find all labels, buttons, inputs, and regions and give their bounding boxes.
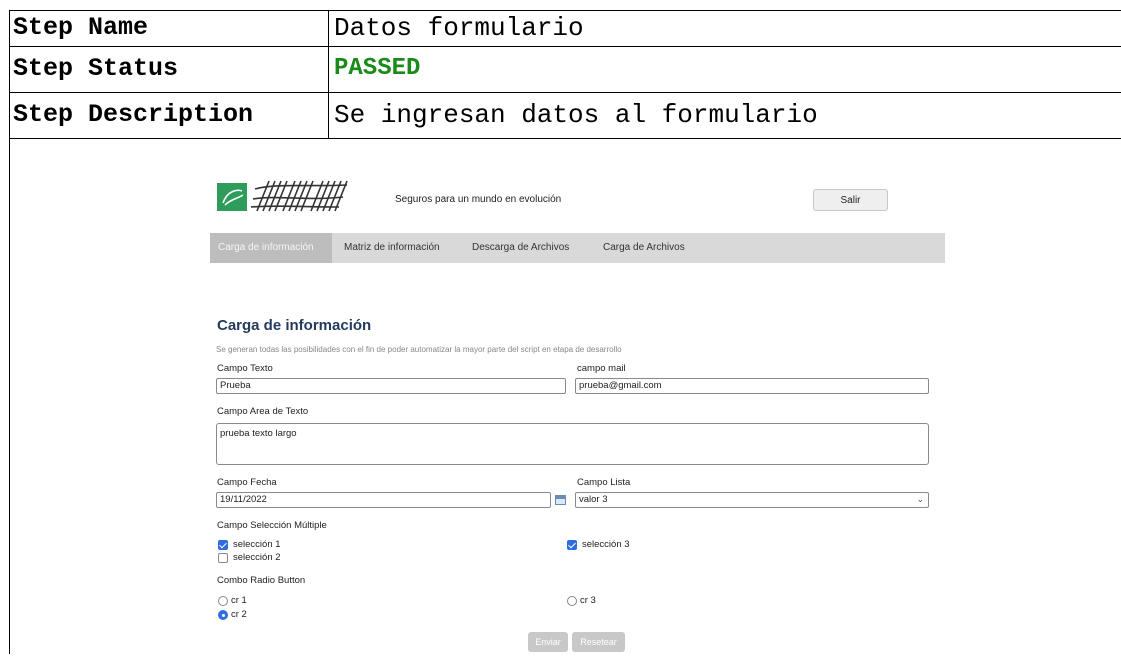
campo-lista-value: valor 3 xyxy=(579,494,608,505)
calendar-icon[interactable] xyxy=(555,495,566,505)
radio-cr-3-label: cr 3 xyxy=(580,595,596,606)
page-title: Carga de información xyxy=(217,317,372,334)
nav-tab-carga-informacion[interactable]: Carga de información xyxy=(210,233,332,263)
nav-bar: Carga de información Matriz de informaci… xyxy=(210,233,945,263)
radio-cr-2[interactable] xyxy=(218,610,228,620)
screenshot-frame: Seguros para un mundo en evolución Salir… xyxy=(9,138,1121,654)
checkbox-seleccion-2-label: selección 2 xyxy=(233,552,281,563)
radio-cr-2-label: cr 2 xyxy=(231,609,247,620)
campo-lista-label: Campo Lista xyxy=(577,477,631,488)
radio-cr-3[interactable] xyxy=(567,596,577,606)
campo-mail-label: campo mail xyxy=(577,363,626,374)
step-name-label: Step Name xyxy=(9,11,329,46)
campo-fecha-input[interactable]: 19/11/2022 xyxy=(216,492,551,508)
radio-cr-1-label: cr 1 xyxy=(231,595,247,606)
step-status-value: PASSED xyxy=(334,55,421,82)
step-status-label: Step Status xyxy=(9,47,329,93)
checkbox-seleccion-1[interactable] xyxy=(218,540,228,550)
radio-group-label: Combo Radio Button xyxy=(217,575,306,586)
step-name-value: Datos formulario xyxy=(334,13,584,43)
campo-texto-label: Campo Texto xyxy=(217,363,273,374)
campo-texto-input[interactable]: Prueba xyxy=(216,378,566,394)
company-logo xyxy=(217,180,348,212)
nav-tab-matriz-informacion[interactable]: Matriz de información xyxy=(336,233,448,263)
step-description-label: Step Description xyxy=(9,93,329,139)
salir-button[interactable]: Salir xyxy=(813,189,888,211)
report-row-step-name: Step Name Datos formulario xyxy=(9,10,1121,46)
tagline: Seguros para un mundo en evolución xyxy=(395,194,562,205)
checkbox-seleccion-1-label: selección 1 xyxy=(233,539,281,550)
enviar-button[interactable]: Enviar xyxy=(528,632,568,652)
checkbox-seleccion-2[interactable] xyxy=(218,553,228,563)
chevron-down-icon: ⌄ xyxy=(916,494,924,504)
campo-mail-input[interactable]: prueba@gmail.com xyxy=(575,378,929,394)
seleccion-multiple-label: Campo Selección Múltiple xyxy=(217,520,327,531)
checkbox-seleccion-3-label: selección 3 xyxy=(582,539,630,550)
area-texto-input[interactable]: prueba texto largo xyxy=(216,423,929,465)
nav-tab-descarga-archivos[interactable]: Descarga de Archivos xyxy=(464,233,577,263)
nav-tab-carga-archivos[interactable]: Carga de Archivos xyxy=(595,233,693,263)
area-texto-label: Campo Area de Texto xyxy=(217,406,309,417)
report-row-step-status: Step Status PASSED xyxy=(9,46,1121,93)
report-row-step-description: Step Description Se ingresan datos al fo… xyxy=(9,92,1121,139)
radio-cr-1[interactable] xyxy=(218,596,228,606)
resetear-button[interactable]: Resetear xyxy=(572,632,625,652)
step-description-value: Se ingresan datos al formulario xyxy=(334,100,818,130)
checkbox-seleccion-3[interactable] xyxy=(567,540,577,550)
campo-lista-select[interactable]: valor 3 ⌄ xyxy=(575,492,929,508)
embedded-app: Seguros para un mundo en evolución Salir… xyxy=(210,139,947,659)
page-subtitle: Se generan todas las posibilidades con e… xyxy=(216,345,622,354)
campo-fecha-label: Campo Fecha xyxy=(217,477,277,488)
